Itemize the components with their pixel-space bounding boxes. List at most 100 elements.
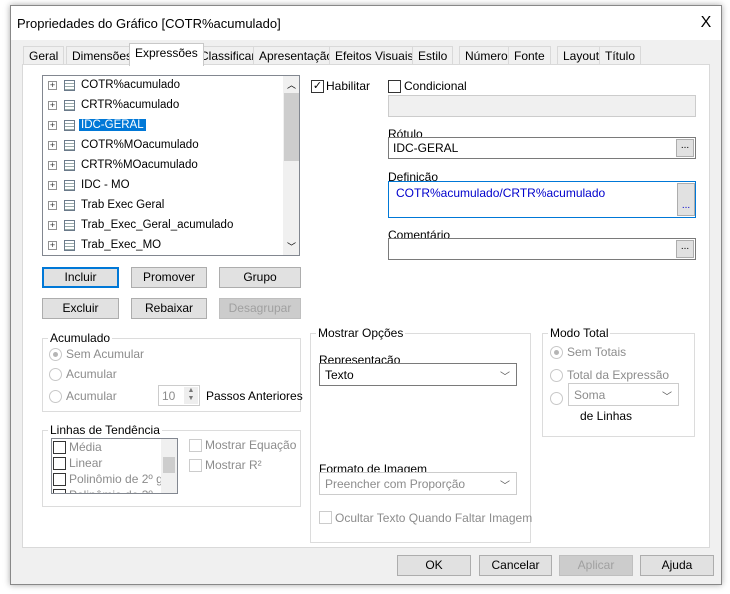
trendline-label: Média [69, 440, 102, 454]
excluir-button[interactable]: Excluir [42, 298, 119, 319]
trendline-checkbox[interactable] [53, 441, 66, 454]
mostrar-opcoes-title: Mostrar Opções [316, 326, 406, 340]
tab-0[interactable]: Geral [23, 46, 65, 65]
tab-6[interactable]: Estilo [412, 46, 454, 65]
expand-icon[interactable]: + [48, 161, 57, 170]
table-icon [64, 140, 75, 151]
sem-acumular-label: Sem Acumular [66, 347, 145, 361]
table-icon [64, 80, 75, 91]
expand-icon[interactable]: + [48, 121, 57, 130]
tab-3[interactable]: Classificar [194, 46, 262, 65]
expand-icon[interactable]: + [48, 241, 57, 250]
expand-icon[interactable]: + [48, 181, 57, 190]
definicao-ellipsis-button[interactable]: ... [677, 183, 695, 216]
expression-label: Trab_Exec_Geral_acumulado [81, 219, 234, 231]
scroll-up-icon[interactable]: ︿ [287, 78, 296, 91]
expand-icon[interactable]: + [48, 81, 57, 90]
condition-input[interactable] [388, 95, 696, 117]
tab-8[interactable]: Fonte [508, 46, 551, 65]
expand-icon[interactable]: + [48, 101, 57, 110]
chevron-down-icon: ﹀ [500, 372, 510, 383]
tab-4[interactable]: Apresentação [253, 46, 340, 65]
habilitar-checkbox[interactable]: ✓ [311, 80, 324, 93]
ok-button[interactable]: OK [397, 555, 471, 576]
trend-scroll-thumb[interactable] [163, 457, 175, 473]
list-item[interactable]: + Trab Exec Geral [43, 196, 283, 216]
expand-icon[interactable]: + [48, 141, 57, 150]
acumular-radio[interactable] [49, 368, 62, 381]
table-icon [64, 200, 75, 211]
comentario-ellipsis-button[interactable]: ... [676, 240, 694, 258]
soma-radio[interactable] [550, 392, 563, 405]
definicao-input[interactable]: COTR%acumulado/CRTR%acumulado ... [388, 181, 696, 218]
table-icon [64, 160, 75, 171]
scroll-down-icon[interactable]: ﹀ [287, 240, 296, 253]
sem-acumular-radio[interactable] [49, 348, 62, 361]
rotulo-input[interactable]: IDC-GERAL ... [388, 137, 696, 159]
expression-label: Trab_Exec_MO [81, 239, 162, 251]
trendline-checkbox[interactable] [53, 457, 66, 470]
steps-value: 10 [162, 389, 176, 403]
definicao-value: COTR%acumulado/CRTR%acumulado [396, 186, 606, 200]
formato-value: Preencher com Proporção [325, 477, 466, 491]
close-icon[interactable]: X [695, 12, 717, 34]
total-expressao-radio[interactable] [550, 369, 563, 382]
tab-2[interactable]: Expressões [129, 43, 204, 66]
tab-7[interactable]: Número [459, 46, 514, 65]
tab-9[interactable]: Layout [557, 46, 606, 65]
table-icon [64, 240, 75, 251]
list-item[interactable]: + COTR%acumulado [43, 76, 283, 96]
mostrar-r2-checkbox[interactable] [189, 459, 202, 472]
rotulo-ellipsis-button[interactable]: ... [676, 139, 694, 157]
desagrupar-button[interactable]: Desagrupar [219, 298, 301, 319]
table-icon [64, 120, 75, 131]
chart-properties-dialog: Propriedades do Gráfico [COTR%acumulado]… [10, 5, 722, 585]
list-item[interactable]: + CRTR%MOacumulado [43, 156, 283, 176]
list-item[interactable]: + Trab_Exec_MO [43, 236, 283, 255]
comentario-input[interactable]: ... [388, 238, 696, 260]
trendline-checkbox[interactable] [53, 473, 66, 486]
grupo-button[interactable]: Grupo [219, 267, 301, 288]
ajuda-button[interactable]: Ajuda [640, 555, 714, 576]
list-item[interactable]: + COTR%MOacumulado [43, 136, 283, 156]
mostrar-equacao-checkbox[interactable] [189, 439, 202, 452]
modo-total-title: Modo Total [548, 326, 611, 340]
tab-1[interactable]: Dimensões [66, 46, 139, 65]
list-item[interactable]: + CRTR%acumulado [43, 96, 283, 116]
acumular-steps-radio[interactable] [49, 390, 62, 403]
list-scrollbar[interactable]: ︿ ﹀ [283, 76, 299, 255]
rebaixar-button[interactable]: Rebaixar [131, 298, 207, 319]
trendline-checkbox[interactable] [53, 489, 66, 493]
trendline-label: Polinômio de 2º gra [69, 472, 174, 486]
chevron-down-icon: ﹀ [500, 481, 510, 492]
tendencia-title: Linhas de Tendência [48, 423, 162, 437]
sem-totais-radio[interactable] [550, 346, 563, 359]
expressions-list[interactable]: ︿ ﹀ + COTR%acumulado + CRTR%acumulado + IDC-G… [42, 75, 300, 256]
expand-icon[interactable]: + [48, 201, 57, 210]
soma-select[interactable]: Soma ﹀ [568, 383, 679, 406]
list-item[interactable]: + IDC - MO [43, 176, 283, 196]
expand-icon[interactable]: + [48, 221, 57, 230]
steps-stepper[interactable]: 10 ▲ ▼ [158, 385, 200, 406]
trendline-list[interactable]: Média Linear Polinômio de 2º gra Polinômio … [51, 438, 178, 494]
table-icon [64, 220, 75, 231]
stepper-arrows-icon[interactable]: ▲ ▼ [184, 387, 198, 404]
list-item[interactable]: + IDC-GERAL [43, 116, 283, 136]
formato-select[interactable]: Preencher com Proporção ﹀ [319, 472, 517, 495]
incluir-button[interactable]: Incluir [42, 267, 119, 288]
de-linhas-label: de Linhas [580, 409, 633, 423]
condicional-checkbox[interactable] [388, 80, 401, 93]
tab-5[interactable]: Efeitos Visuais [329, 46, 420, 65]
ocultar-checkbox[interactable] [319, 511, 332, 524]
cancelar-button[interactable]: Cancelar [479, 555, 552, 576]
scroll-thumb[interactable] [284, 93, 299, 161]
representacao-select[interactable]: Texto ﹀ [319, 363, 517, 386]
mostrar-equacao-label: Mostrar Equação [205, 438, 297, 452]
trend-scrollbar[interactable] [161, 439, 177, 493]
expression-label: CRTR%acumulado [81, 99, 180, 111]
list-item[interactable]: + Trab_Exec_Geral_acumulado [43, 216, 283, 236]
table-icon [64, 100, 75, 111]
tab-10[interactable]: Título [599, 46, 642, 65]
aplicar-button[interactable]: Aplicar [559, 555, 633, 576]
promover-button[interactable]: Promover [131, 267, 207, 288]
